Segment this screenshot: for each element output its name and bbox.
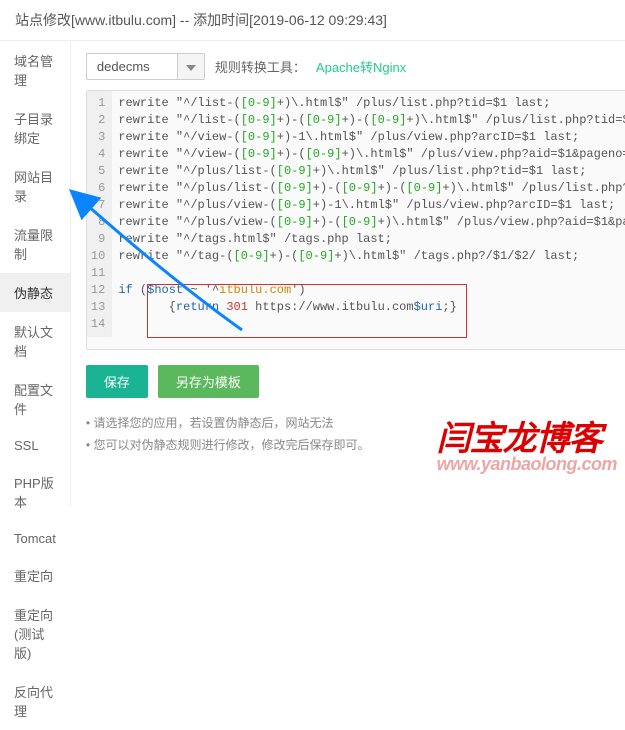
editor-gutter: 1234567891011121314 — [87, 91, 112, 337]
sidebar-item[interactable]: 配置文件 — [0, 370, 70, 428]
sidebar: 域名管理子目录绑定网站目录流量限制伪静态默认文档配置文件SSLPHP版本Tomc… — [0, 41, 71, 506]
sidebar-item[interactable]: 流量限制 — [0, 215, 70, 273]
sidebar-item[interactable]: 重定向 — [0, 556, 70, 595]
tip-item: 请选择您的应用，若设置伪静态后，网站无法 — [86, 412, 625, 434]
chevron-down-icon[interactable] — [177, 54, 204, 79]
sidebar-item[interactable]: 重定向(测试版) — [0, 595, 70, 672]
convert-tool-link[interactable]: Apache转Nginx — [316, 57, 406, 76]
rule-template-select[interactable]: dedecms — [86, 53, 205, 80]
sidebar-item[interactable]: 伪静态 — [0, 273, 70, 312]
sidebar-item[interactable]: 网站目录 — [0, 157, 70, 215]
sidebar-item[interactable]: PHP版本 — [0, 463, 70, 521]
tips-list: 请选择您的应用，若设置伪静态后，网站无法 您可以对伪静态规则进行修改，修改完后保… — [86, 412, 625, 456]
code-editor[interactable]: 1234567891011121314 rewrite "^/list-([0-… — [86, 90, 625, 350]
sidebar-item[interactable]: 域名管理 — [0, 41, 70, 99]
tip-item: 您可以对伪静态规则进行修改，修改完后保存即可。 — [86, 434, 625, 456]
save-button[interactable]: 保存 — [86, 365, 148, 398]
tool-label: 规则转换工具： — [215, 57, 306, 76]
page-title: 站点修改[www.itbulu.com] -- 添加时间[2019-06-12 … — [0, 0, 625, 41]
save-as-template-button[interactable]: 另存为模板 — [158, 365, 259, 398]
editor-code[interactable]: rewrite "^/list-([0-9]+)\.html$" /plus/l… — [112, 91, 625, 337]
main-panel: dedecms 规则转换工具： Apache转Nginx 12345678910… — [71, 41, 625, 506]
sidebar-item[interactable]: SSL — [0, 428, 70, 463]
select-value: dedecms — [87, 54, 177, 79]
sidebar-item[interactable]: Tomcat — [0, 521, 70, 556]
sidebar-item[interactable]: 子目录绑定 — [0, 99, 70, 157]
sidebar-item[interactable]: 默认文档 — [0, 312, 70, 370]
sidebar-item[interactable]: 反向代理 — [0, 672, 70, 730]
